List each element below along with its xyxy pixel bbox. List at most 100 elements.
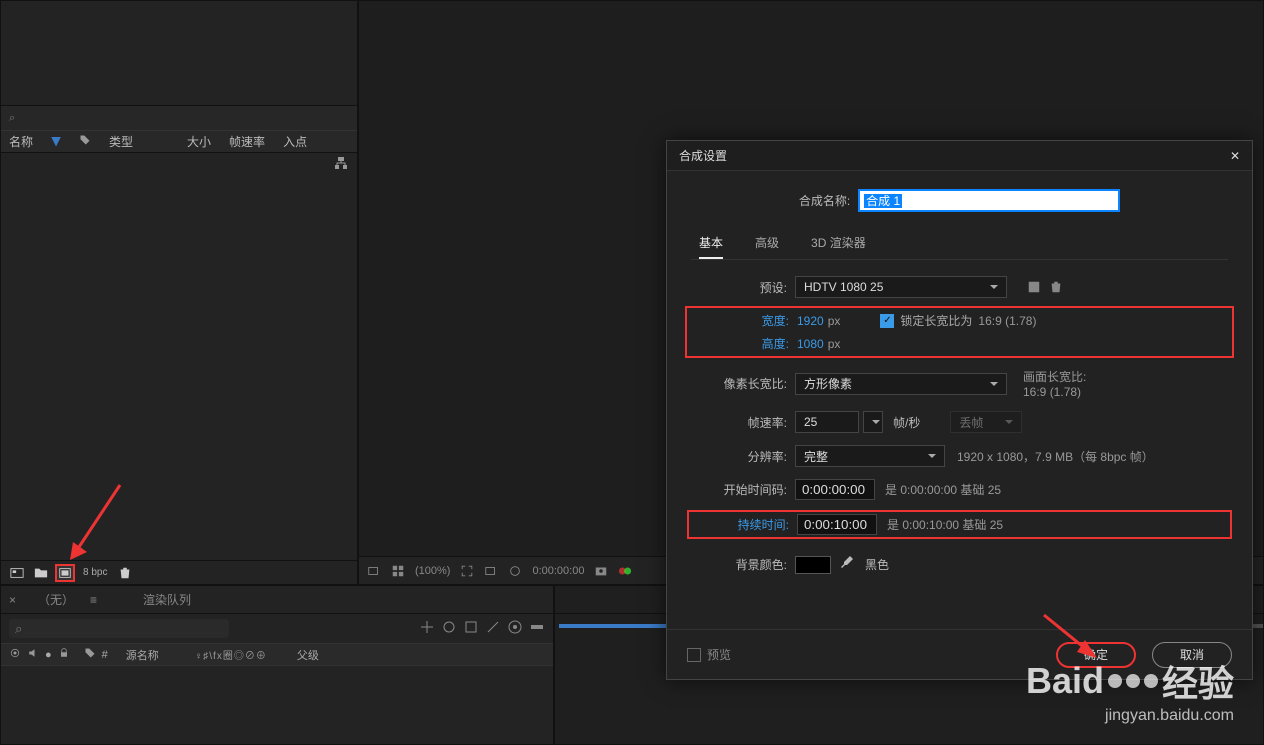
col-parent[interactable]: 父级 [297,647,319,663]
sort-icon[interactable] [51,137,61,147]
eyedropper-icon[interactable] [839,555,855,574]
tool-icon-3[interactable] [463,619,479,638]
dialog-title-text: 合成设置 [679,147,727,164]
col-name[interactable]: 名称 [9,133,33,150]
preset-select[interactable]: HDTV 1080 25 [795,276,1007,298]
project-search-input[interactable] [9,112,349,124]
tab-none[interactable]: （无） [38,591,74,608]
preset-label: 预设: [691,279,787,296]
watermark: Baid 经验 jingyan.baidu.com [1026,655,1234,725]
duration-label: 持续时间: [693,516,789,533]
interpret-footage-icon[interactable] [7,564,27,582]
project-columns-header[interactable]: 名称 类型 大小 帧速率 入点 [1,131,357,153]
par-select[interactable]: 方形像素 [795,373,1007,395]
bpc-label[interactable]: 8 bpc [83,567,107,578]
tool-icon-2[interactable] [441,619,457,638]
par-label: 像素长宽比: [691,375,787,392]
bgcolor-swatch[interactable] [795,556,831,574]
tab-advanced[interactable]: 高级 [755,234,779,259]
project-thumb-area [1,1,357,106]
project-footer: 8 bpc [1,560,357,584]
preview-checkbox[interactable]: 预览 [687,646,731,663]
project-panel: 名称 类型 大小 帧速率 入点 8 bpc [0,0,358,585]
timeline-tabs: × （无） ≡ 渲染队列 [1,586,553,614]
mask-icon[interactable] [508,564,522,578]
dropframe-select: 丢帧 [950,411,1022,433]
comp-name-label: 合成名称: [799,192,850,209]
timeline-column-header: ● # 源名称 ♀♯\fx圈◎⊘⊕ 父级 [1,644,553,666]
col-size[interactable]: 大小 [187,133,211,150]
tool-icon-5[interactable] [507,619,523,638]
grid-icon[interactable] [391,564,405,578]
composition-settings-dialog: 合成设置 ✕ 合成名称: 合成 1 基本 高级 3D 渲染器 预设: HDTV … [666,140,1253,680]
col-type[interactable]: 类型 [109,133,133,150]
lock-aspect-checkbox[interactable]: ✓ [880,314,894,328]
resolution-label: 分辨率: [691,448,787,465]
chevron-down-icon [928,454,936,462]
tab-render-queue[interactable]: 渲染队列 [143,591,191,608]
dimensions-highlight-box: 宽度: 1920 px ✓ 锁定长宽比为 16:9 (1.78) 高度: 108… [685,306,1234,358]
new-folder-icon[interactable] [31,564,51,582]
visibility-icon[interactable] [9,647,21,662]
fps-input[interactable]: 25 [795,411,859,433]
transparency-icon[interactable] [484,564,498,578]
fps-label: 帧速率: [691,414,787,431]
solo-icon[interactable]: ● [45,649,52,661]
paw-icon [1108,674,1158,688]
annotation-arrow-2 [1039,610,1099,660]
channel-icon[interactable] [618,564,632,578]
magnify-icon[interactable] [367,564,381,578]
zoom-value[interactable]: (100%) [415,565,450,577]
close-tab-icon[interactable]: × [9,593,16,607]
start-tc-label: 开始时间码: [691,481,787,498]
bgcolor-label: 背景颜色: [691,556,787,573]
col-fps[interactable]: 帧速率 [229,133,265,150]
tool-icon-4[interactable] [485,619,501,638]
dialog-titlebar[interactable]: 合成设置 ✕ [667,141,1252,171]
res-icon[interactable] [460,564,474,578]
project-search[interactable] [1,106,357,131]
trash-icon[interactable] [115,564,135,582]
duration-input[interactable] [797,514,877,535]
tag-icon [79,134,91,149]
viewer-time[interactable]: 0:00:00:00 [532,565,584,577]
fps-dropdown[interactable] [863,411,883,433]
col-number[interactable]: # [102,649,108,661]
resolution-info: 1920 x 1080，7.9 MB（每 8bpc 帧） [957,448,1154,465]
chevron-down-icon [872,420,880,428]
tab-basic[interactable]: 基本 [699,234,723,259]
timeline-panel: × （无） ≡ 渲染队列 ● # 源名称 ♀♯\fx圈◎⊘⊕ 父级 [0,585,554,745]
col-source-name[interactable]: 源名称 [126,647,159,663]
chevron-down-icon [1005,420,1013,428]
audio-icon[interactable] [27,647,39,662]
duration-highlight-box: 持续时间: 是 0:00:10:00 基础 25 [687,510,1232,539]
width-label: 宽度: [693,312,789,329]
timeline-search-input[interactable] [9,619,229,638]
tab-menu-icon[interactable]: ≡ [90,593,97,607]
resolution-select[interactable]: 完整 [795,445,945,467]
lock-icon[interactable] [58,647,70,662]
project-items-area[interactable] [1,153,357,561]
lock-aspect-label: 锁定长宽比为 [900,312,972,329]
timeline-toolbar [1,614,553,644]
col-switches[interactable]: ♀♯\fx圈◎⊘⊕ [195,647,267,662]
snapshot-icon[interactable] [594,564,608,578]
flowchart-icon[interactable] [335,157,347,169]
start-tc-input[interactable] [795,479,875,500]
height-value[interactable]: 1080 [797,337,824,351]
chevron-down-icon [990,382,998,390]
annotation-arrow-1 [65,480,125,560]
comp-name-input[interactable]: 合成 1 [858,189,1120,212]
col-in[interactable]: 入点 [283,133,307,150]
chevron-down-icon [990,285,998,293]
tab-3d-renderer[interactable]: 3D 渲染器 [811,234,866,259]
new-composition-button[interactable] [55,564,75,582]
label-icon[interactable] [84,647,96,662]
tool-icon-6[interactable] [529,619,545,638]
height-label: 高度: [693,335,789,352]
delete-preset-icon[interactable] [1049,280,1063,294]
tool-icon-1[interactable] [419,619,435,638]
save-preset-icon[interactable] [1027,280,1041,294]
width-value[interactable]: 1920 [797,314,824,328]
close-icon[interactable]: ✕ [1230,149,1240,163]
